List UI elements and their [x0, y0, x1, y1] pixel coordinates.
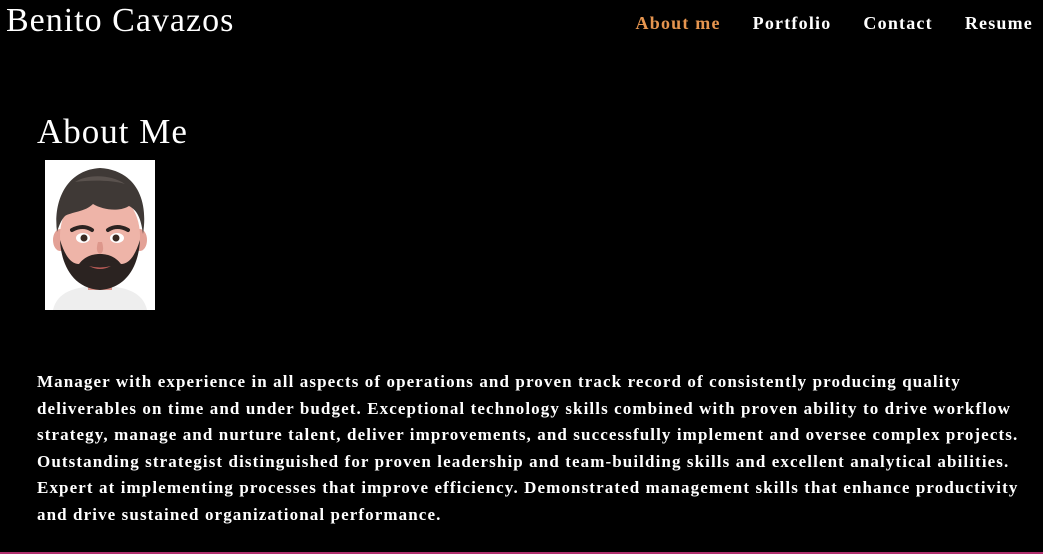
site-name: Benito Cavazos: [6, 2, 235, 39]
main-nav: About me Portfolio Contact Resume: [604, 12, 1033, 34]
nav-about-me[interactable]: About me: [636, 12, 721, 34]
nav-resume[interactable]: Resume: [965, 12, 1033, 34]
about-me-title: About Me: [37, 112, 188, 151]
nav-contact[interactable]: Contact: [863, 12, 932, 34]
site-header: Benito Cavazos About me Portfolio Contac…: [0, 0, 1043, 46]
nav-portfolio[interactable]: Portfolio: [753, 12, 832, 34]
avatar: [45, 160, 155, 310]
memoji-avatar-icon: [45, 160, 155, 310]
about-me-bio: Manager with experience in all aspects o…: [37, 372, 1019, 524]
